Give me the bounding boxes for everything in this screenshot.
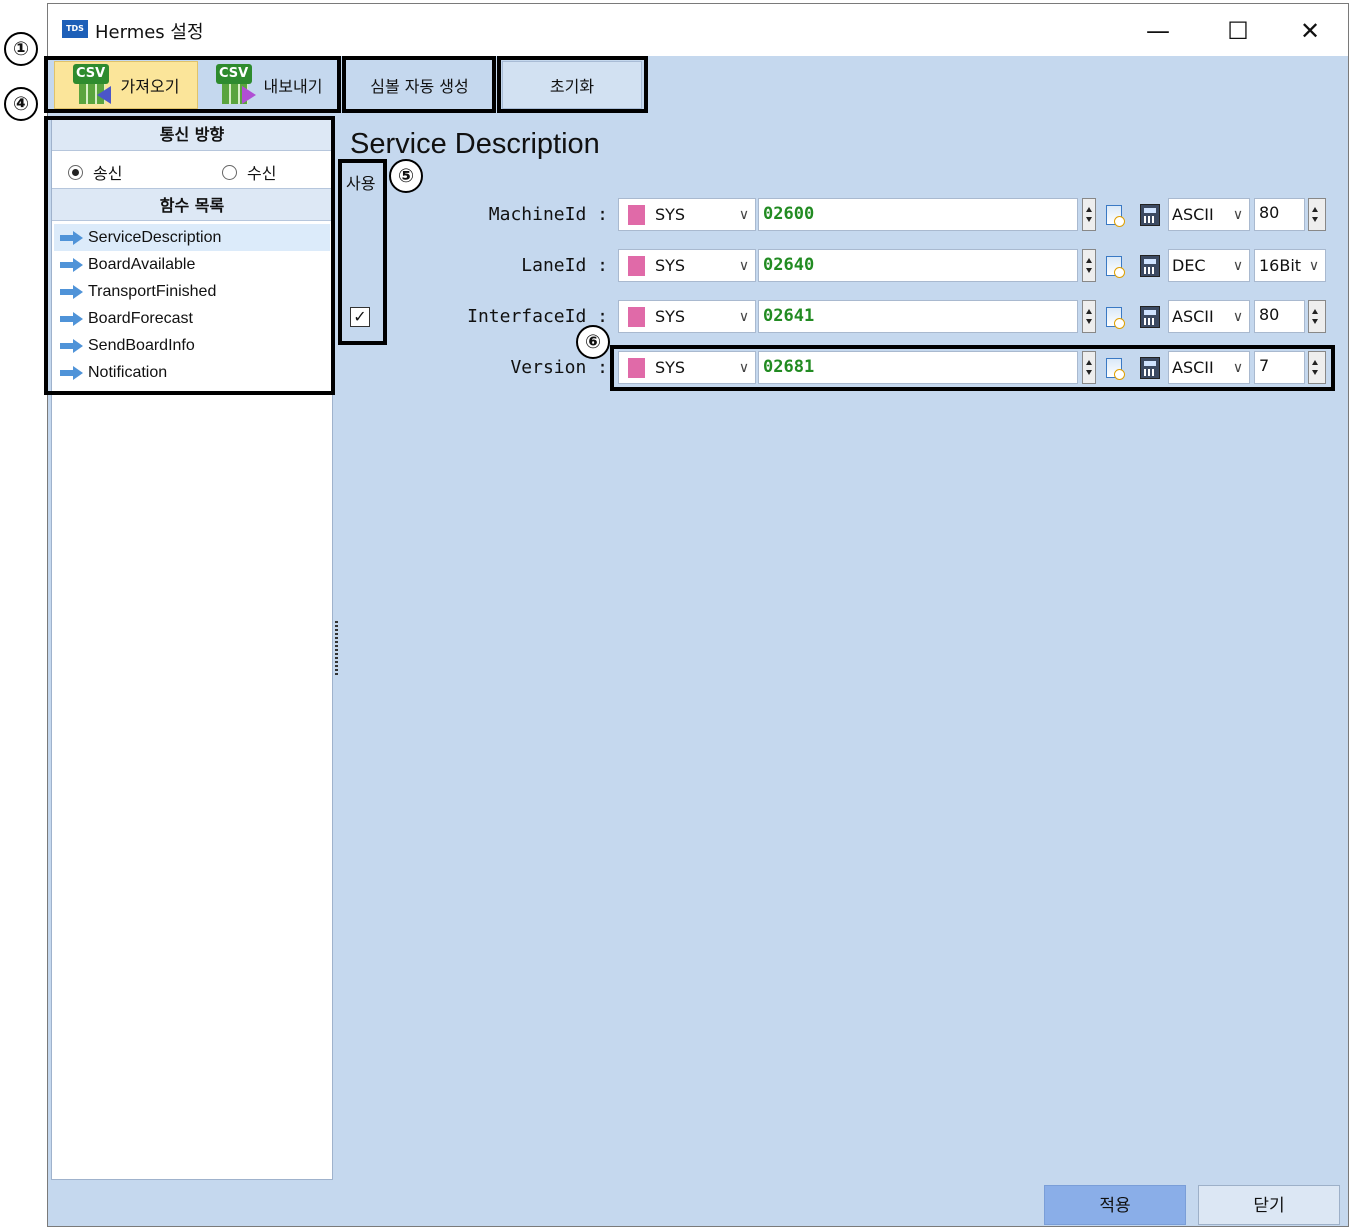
machineid-calculator-button[interactable] — [1136, 198, 1164, 231]
interfaceid-calculator-button[interactable] — [1136, 300, 1164, 333]
laneid-device-select[interactable]: SYS ∨ — [618, 249, 756, 282]
calculator-icon — [1140, 254, 1160, 277]
chevron-down-icon: ∨ — [738, 206, 750, 223]
highlight-box-use-column — [338, 159, 387, 345]
chevron-down-icon: ∨ — [1308, 257, 1320, 274]
machineid-device-select[interactable]: SYS ∨ — [618, 198, 756, 231]
laneid-calculator-button[interactable] — [1136, 249, 1164, 282]
chevron-down-icon: ∨ — [1232, 308, 1244, 325]
machineid-label: MachineId : — [488, 204, 608, 225]
symbol-doc-icon — [1106, 204, 1125, 227]
laneid-address-input[interactable]: 02640 — [758, 249, 1078, 282]
machineid-address-input[interactable]: 02600 — [758, 198, 1078, 231]
title-bar: TDS Hermes 설정 — ☐ ✕ — [48, 4, 1348, 56]
interfaceid-length-spinner[interactable] — [1308, 300, 1326, 333]
highlight-box-left-panel — [44, 116, 335, 395]
laneid-address-spinner[interactable] — [1082, 249, 1096, 282]
maximize-button[interactable]: ☐ — [1218, 14, 1258, 48]
calculator-icon — [1140, 203, 1160, 226]
highlight-box-import-export — [44, 56, 341, 113]
symbol-doc-icon — [1106, 306, 1125, 329]
interfaceid-address-spinner[interactable] — [1082, 300, 1096, 333]
device-tag-icon — [625, 306, 645, 327]
calculator-icon — [1140, 305, 1160, 328]
highlight-box-version-row — [610, 345, 1335, 391]
machineid-address-spinner[interactable] — [1082, 198, 1096, 231]
callout-marker-1: ① — [4, 32, 38, 66]
laneid-symbol-button[interactable] — [1100, 249, 1128, 282]
interfaceid-length-input[interactable]: 80 — [1254, 300, 1305, 333]
highlight-box-reset — [497, 56, 648, 113]
highlight-box-auto-symbol — [342, 56, 496, 113]
device-tag-icon — [625, 255, 645, 276]
device-tag-icon — [625, 204, 645, 225]
interfaceid-format-select[interactable]: ASCII ∨ — [1168, 300, 1250, 333]
window-title: Hermes 설정 — [95, 22, 204, 43]
interfaceid-symbol-button[interactable] — [1100, 300, 1128, 333]
chevron-down-icon: ∨ — [738, 308, 750, 325]
close-button[interactable]: 닫기 — [1198, 1185, 1340, 1225]
chevron-down-icon: ∨ — [1232, 257, 1244, 274]
app-icon: TDS — [62, 20, 88, 38]
close-window-button[interactable]: ✕ — [1290, 14, 1330, 48]
minimize-button[interactable]: — — [1138, 14, 1178, 48]
machineid-symbol-button[interactable] — [1100, 198, 1128, 231]
version-label: Version : — [510, 357, 608, 378]
interfaceid-label: InterfaceId : — [467, 306, 608, 327]
interfaceid-device-select[interactable]: SYS ∨ — [618, 300, 756, 333]
laneid-label: LaneId : — [521, 255, 608, 276]
chevron-down-icon: ∨ — [738, 257, 750, 274]
callout-marker-4: ④ — [4, 87, 38, 121]
apply-button[interactable]: 적용 — [1044, 1185, 1186, 1225]
interfaceid-address-input[interactable]: 02641 — [758, 300, 1078, 333]
settings-window: TDS Hermes 설정 — ☐ ✕ CSV 가져오기 CSV 내보내기 심볼… — [44, 3, 1349, 1227]
laneid-format-select[interactable]: DEC ∨ — [1168, 249, 1250, 282]
machineid-format-select[interactable]: ASCII ∨ — [1168, 198, 1250, 231]
machineid-length-input[interactable]: 80 — [1254, 198, 1305, 231]
machineid-length-spinner[interactable] — [1308, 198, 1326, 231]
page-title: Service Description — [350, 128, 600, 160]
symbol-doc-icon — [1106, 255, 1125, 278]
laneid-bits-select[interactable]: 16Bit ∨ — [1254, 249, 1326, 282]
callout-marker-5: ⑤ — [389, 159, 423, 193]
chevron-down-icon: ∨ — [1232, 206, 1244, 223]
panel-splitter[interactable] — [335, 619, 338, 675]
callout-marker-6: ⑥ — [576, 325, 610, 359]
